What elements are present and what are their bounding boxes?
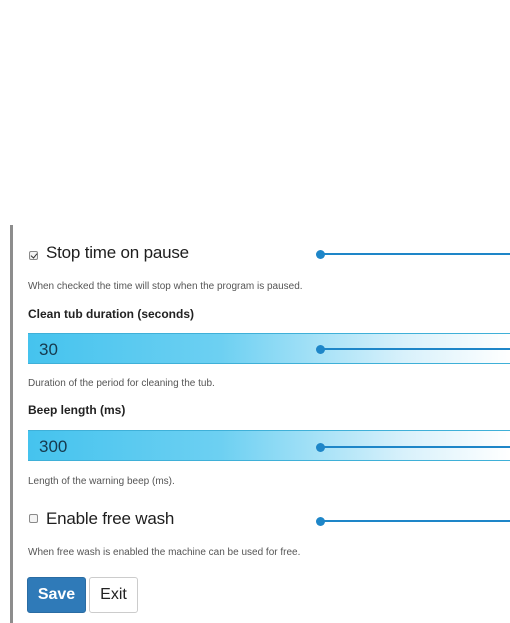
beep-length-help: Length of the warning beep (ms). [28, 476, 175, 487]
beep-length-slider-handle[interactable] [316, 442, 325, 452]
settings-page: Stop time on pause When checked the time… [0, 0, 510, 623]
stop-time-on-pause-slider-track[interactable] [320, 253, 510, 255]
enable-free-wash-help: When free wash is enabled the machine ca… [28, 547, 301, 558]
beep-length-label: Beep length (ms) [28, 403, 126, 417]
beep-length-slider-track[interactable] [320, 446, 510, 448]
section-divider [10, 225, 13, 623]
stop-time-on-pause-checkbox[interactable] [29, 251, 38, 260]
clean-tub-duration-slider-track[interactable] [320, 348, 510, 350]
clean-tub-duration-label: Clean tub duration (seconds) [28, 307, 195, 321]
enable-free-wash-slider-handle[interactable] [316, 516, 325, 526]
clean-tub-duration-slider-handle[interactable] [316, 344, 325, 354]
beep-length-value: 300 [39, 437, 68, 456]
enable-free-wash-slider-track[interactable] [320, 520, 510, 522]
save-button[interactable]: Save [27, 577, 86, 613]
stop-time-on-pause-help: When checked the time will stop when the… [28, 281, 303, 292]
stop-time-on-pause-slider-handle[interactable] [316, 249, 325, 259]
exit-button[interactable]: Exit [89, 577, 138, 613]
enable-free-wash-checkbox[interactable] [29, 514, 38, 523]
enable-free-wash-label: Enable free wash [46, 509, 175, 528]
stop-time-on-pause-label: Stop time on pause [46, 243, 189, 262]
clean-tub-duration-help: Duration of the period for cleaning the … [28, 378, 215, 389]
clean-tub-duration-value: 30 [39, 340, 58, 359]
